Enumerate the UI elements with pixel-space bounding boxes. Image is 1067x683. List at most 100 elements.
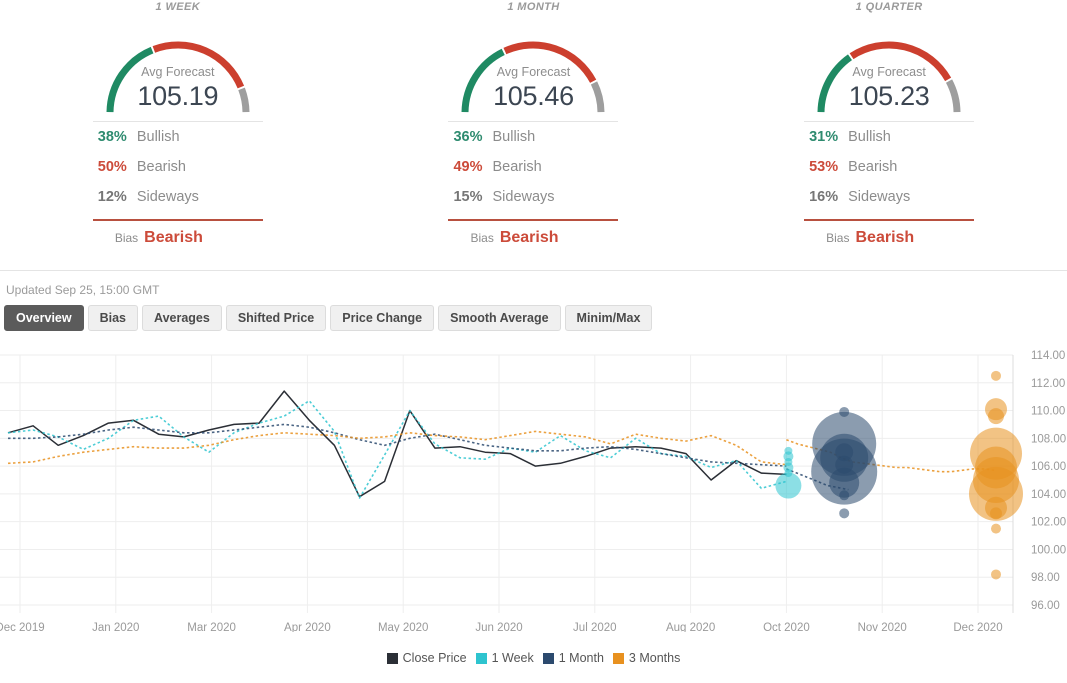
sideways-percent: 15%: [453, 189, 483, 205]
legend-swatch-1-month: [542, 652, 554, 664]
x-axis-tick-label: Apr 2020: [284, 622, 331, 632]
legend-label: 1 Week: [491, 651, 534, 665]
x-axis-tick-label: Jun 2020: [475, 622, 522, 632]
sideways-percent: 12%: [97, 189, 127, 205]
bias-row: Bias Bearish: [92, 219, 263, 247]
bullish-percent: 31%: [809, 129, 839, 145]
y-axis-tick-label: 96.00: [1031, 600, 1060, 612]
forecast-panel-1-month: 1 MONTH Avg Forecast 105.46 36% Bullish …: [356, 0, 712, 270]
gauge-segment-sideways: [591, 81, 605, 113]
legend-item-1-month: 1 Month: [542, 651, 604, 665]
sideways-label: Sideways: [136, 189, 199, 205]
y-axis-tick-label: 114.00: [1031, 350, 1065, 362]
bias-label: Bias: [114, 231, 139, 245]
y-axis-tick-label: 100.00: [1031, 544, 1066, 556]
gauge-1-week: Avg Forecast 105.19: [0, 16, 356, 121]
y-axis-tick-label: 102.00: [1031, 517, 1066, 529]
legend-item-close-price: Close Price: [386, 651, 467, 665]
x-axis-tick-label: Dec 2019: [0, 622, 45, 632]
y-axis-tick-label: 108.00: [1031, 433, 1066, 445]
forecast-bubble-3-months[interactable]: [990, 507, 1002, 520]
bearish-label: Bearish: [492, 159, 542, 175]
gauge-arc-svg: [106, 41, 250, 113]
stat-row-bullish: 31% Bullish: [804, 129, 974, 159]
x-axis-tick-label: Oct 2020: [763, 622, 810, 632]
legend-label: Close Price: [402, 651, 467, 665]
forecast-bubble-3-months[interactable]: [991, 569, 1001, 580]
chart-canvas: 96.00 98.00 100.00 102.00 104.00 106.00 108.00…: [0, 350, 1066, 632]
stat-row-bearish: 53% Bearish: [804, 159, 974, 189]
tab-price-change[interactable]: Price Change: [330, 305, 435, 331]
x-axis-tick-label: Dec 2020: [953, 622, 1002, 632]
bias-value: Bearish: [499, 229, 559, 246]
y-axis-tick-label: 104.00: [1031, 489, 1066, 501]
forecast-bubble-3-months[interactable]: [991, 523, 1001, 534]
gauge-arc-svg: [817, 41, 961, 113]
forecast-panel-1-week: 1 WEEK Avg Forecast 105.19 38% Bullish 5…: [0, 0, 356, 270]
bullish-label: Bullish: [492, 129, 536, 145]
sentiment-stats: 38% Bullish 50% Bearish 12% Sideways: [92, 121, 263, 219]
gauge-1-month: Avg Forecast 105.46: [356, 16, 712, 121]
forecast-bubble-1-month[interactable]: [839, 490, 850, 501]
gauge-segment-bullish: [461, 48, 506, 113]
stat-row-sideways: 12% Sideways: [93, 189, 263, 219]
panel-title: 1 WEEK: [155, 1, 201, 13]
stat-row-bullish: 36% Bullish: [448, 129, 618, 159]
bullish-label: Bullish: [848, 129, 891, 145]
series-line-close-price: [7, 390, 787, 498]
gauge-segment-bearish: [152, 41, 244, 89]
x-axis-tick-label: Jan 2020: [92, 622, 139, 632]
sentiment-stats: 31% Bullish 53% Bearish 16% Sideways: [804, 121, 975, 219]
x-axis-tick-label: Mar 2020: [187, 622, 236, 632]
panel-title: 1 QUARTER: [855, 1, 923, 13]
bearish-percent: 53%: [809, 159, 839, 175]
legend-swatch-3-months: [612, 652, 624, 664]
chart-tab-bar: Overview Bias Averages Shifted Price Pri…: [0, 305, 1067, 335]
sideways-label: Sideways: [848, 189, 911, 205]
stat-row-bearish: 49% Bearish: [448, 159, 618, 189]
sideways-label: Sideways: [492, 189, 555, 205]
stat-row-bearish: 50% Bearish: [93, 159, 263, 189]
legend-label: 3 Months: [628, 651, 681, 665]
tab-shifted-price[interactable]: Shifted Price: [225, 305, 327, 331]
tab-smooth-average[interactable]: Smooth Average: [438, 305, 561, 331]
y-axis-tick-label: 98.00: [1031, 572, 1060, 584]
legend-label: 1 Month: [558, 651, 604, 665]
gauge-segment-bearish: [503, 41, 597, 83]
y-axis-tick-label: 112.00: [1031, 378, 1065, 390]
legend-item-3-months: 3 Months: [612, 651, 681, 665]
tab-overview[interactable]: Overview: [4, 305, 84, 331]
bias-value: Bearish: [144, 229, 203, 246]
gauge-segment-sideways: [238, 87, 250, 113]
bias-label: Bias: [826, 231, 850, 245]
forecast-bubble-1-week[interactable]: [775, 472, 802, 499]
forecast-bubble-3-months[interactable]: [991, 370, 1001, 381]
forecast-chart[interactable]: 96.00 98.00 100.00 102.00 104.00 106.00 108.00…: [0, 347, 1067, 647]
gauge-segment-bearish: [849, 41, 952, 82]
gauge-segment-sideways: [946, 79, 961, 113]
gauge-1-quarter: Avg Forecast 105.23: [711, 16, 1067, 121]
x-axis-tick-label: Nov 2020: [858, 622, 907, 632]
tab-minim-max[interactable]: Minim/Max: [564, 305, 653, 331]
bias-value: Bearish: [855, 229, 915, 246]
updated-timestamp: Updated Sep 25, 15:00 GMT: [6, 283, 160, 297]
stat-row-sideways: 15% Sideways: [448, 189, 618, 219]
tab-bias[interactable]: Bias: [87, 305, 138, 331]
bullish-percent: 36%: [453, 129, 483, 145]
tab-averages[interactable]: Averages: [142, 305, 222, 331]
sideways-percent: 16%: [809, 189, 839, 205]
forecast-bubble-1-month[interactable]: [839, 508, 850, 519]
x-axis-tick-label: Aug 2020: [666, 622, 715, 632]
x-axis-tick-label: Jul 2020: [573, 622, 616, 632]
legend-swatch-1-week: [475, 652, 487, 664]
gauge-segment-bullish: [817, 54, 853, 113]
forecast-panels: 1 WEEK Avg Forecast 105.19 38% Bullish 5…: [0, 0, 1067, 270]
bearish-label: Bearish: [848, 159, 898, 175]
bullish-percent: 38%: [97, 129, 127, 145]
bias-label: Bias: [470, 231, 494, 245]
bearish-percent: 49%: [453, 159, 483, 175]
forecast-bubble-3-months[interactable]: [988, 408, 1004, 425]
forecast-panel-1-quarter: 1 QUARTER Avg Forecast 105.23 31% Bullis…: [711, 0, 1067, 270]
bias-row: Bias Bearish: [448, 219, 619, 247]
stat-row-bullish: 38% Bullish: [93, 129, 263, 159]
